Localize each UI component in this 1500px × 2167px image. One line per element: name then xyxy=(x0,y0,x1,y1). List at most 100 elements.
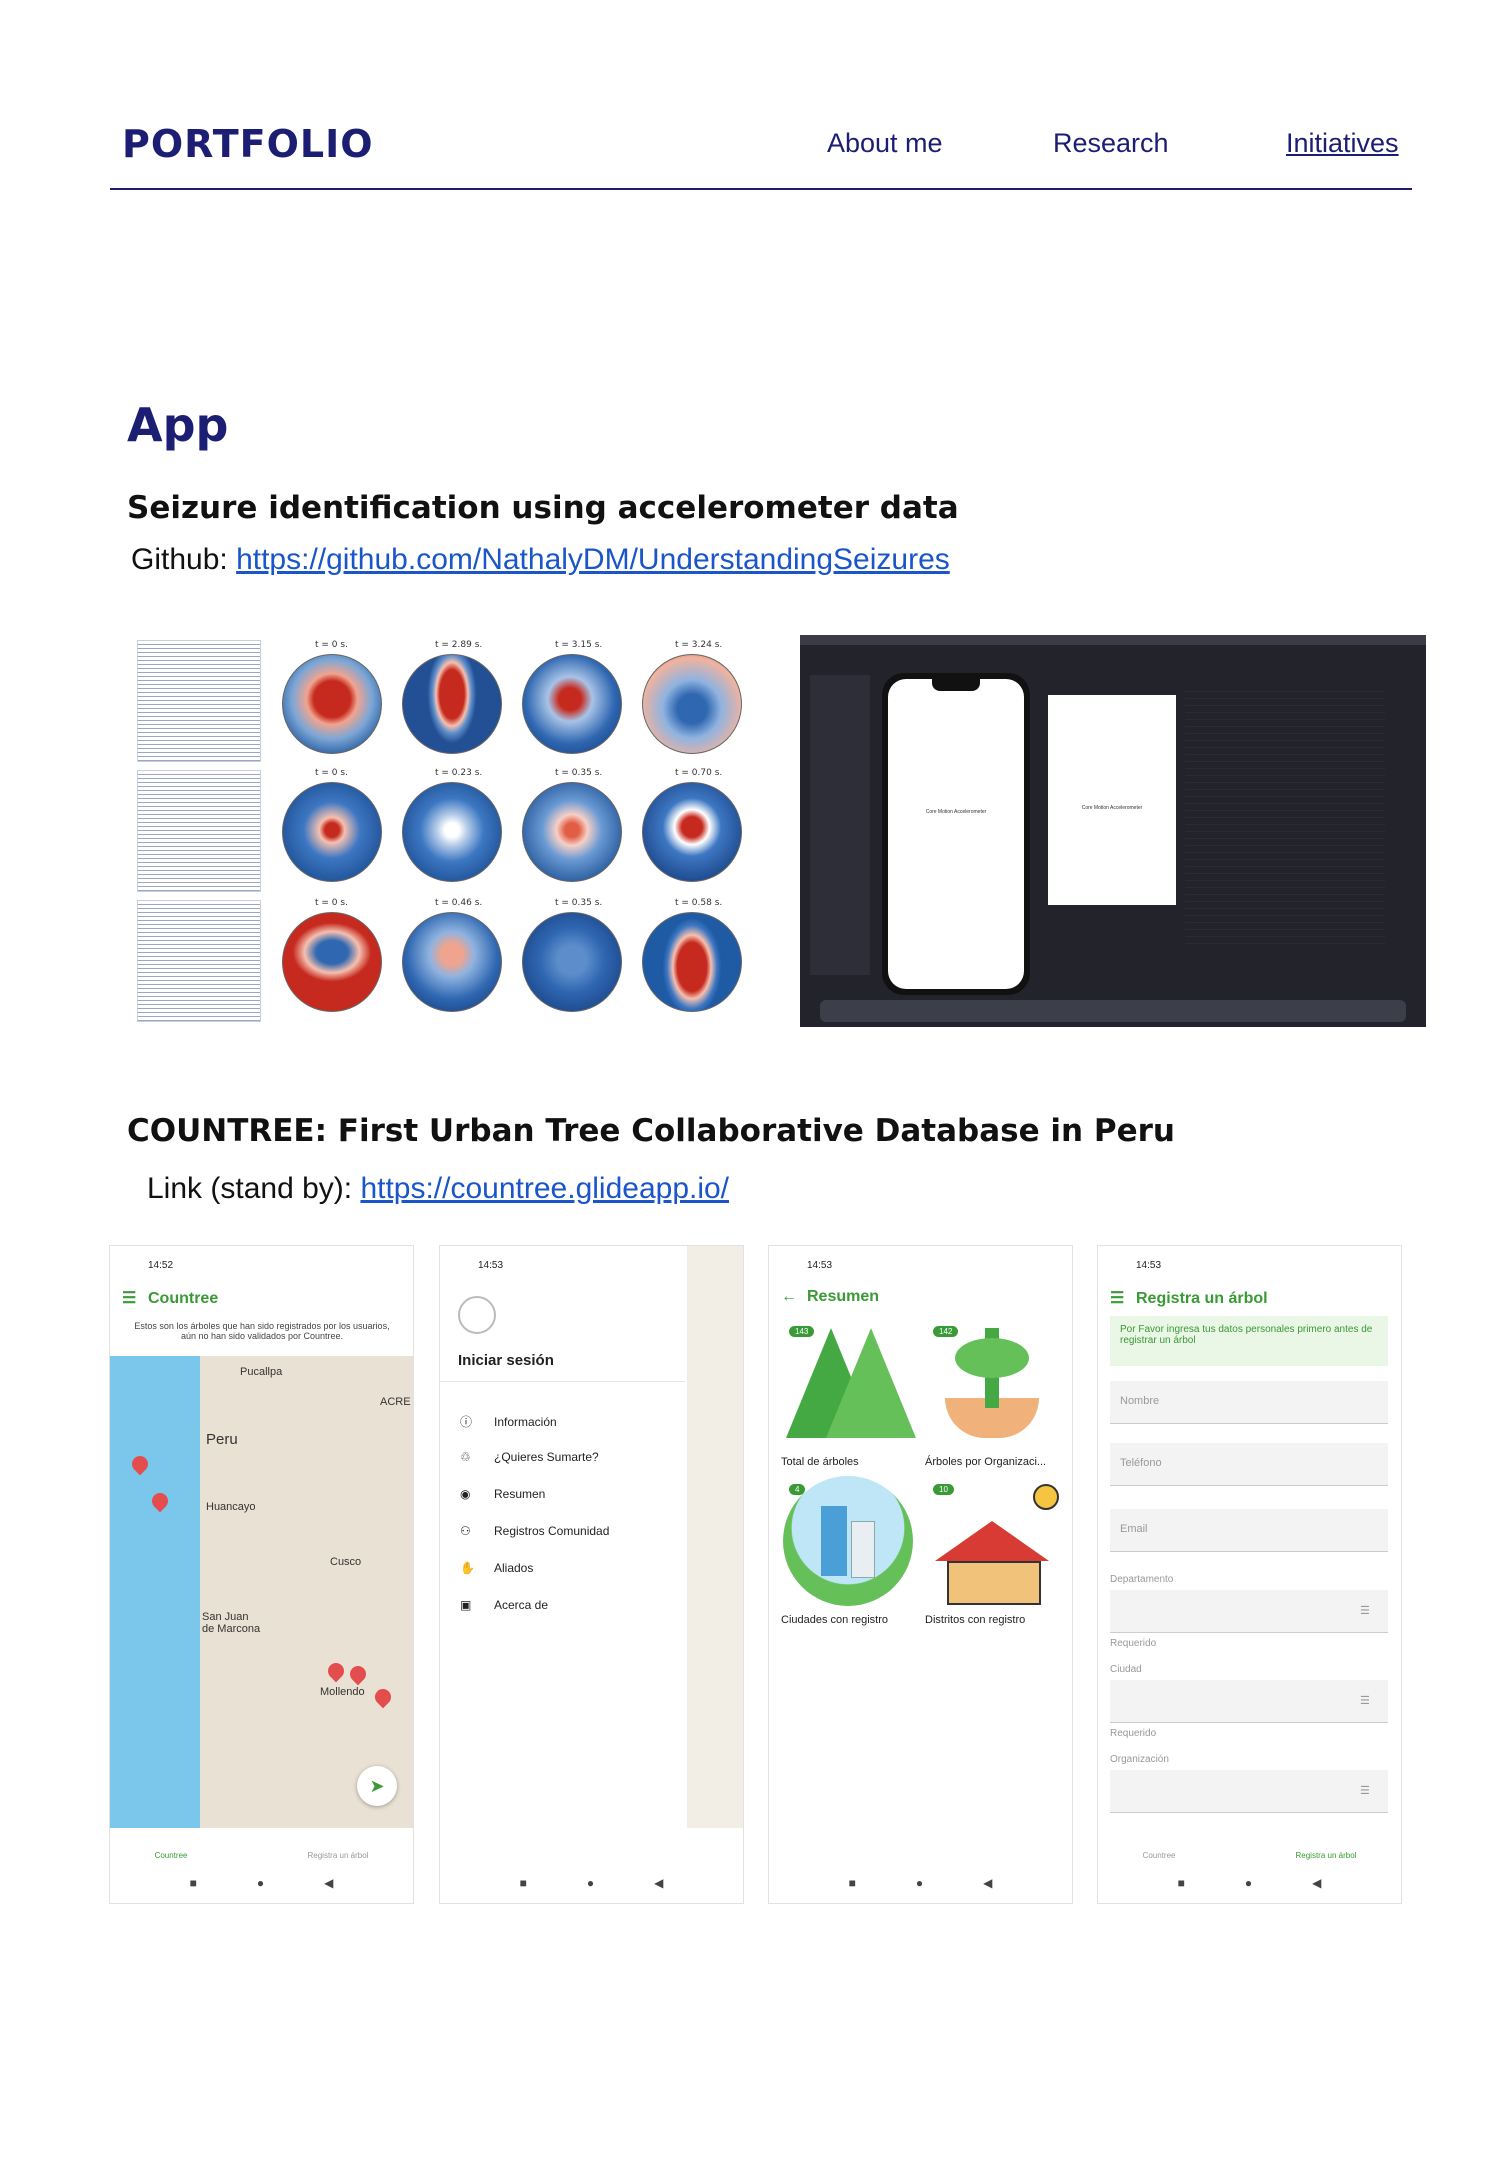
topomap-time-label: t = 0 s. xyxy=(315,898,348,908)
status-time: 14:53 xyxy=(807,1260,833,1271)
android-home-icon[interactable]: ● xyxy=(1245,1876,1252,1890)
project2-link-row: Link (stand by): https://countree.glidea… xyxy=(147,1172,729,1206)
xcode-navigator xyxy=(810,675,870,975)
topomap-time-label: t = 3.24 s. xyxy=(675,640,723,650)
houses-icon xyxy=(925,1476,1059,1606)
stat-card[interactable]: 10 Distritos con registro xyxy=(925,1476,1059,1626)
screen-title: Resumen xyxy=(807,1288,880,1305)
android-back-icon[interactable]: ■ xyxy=(1178,1876,1185,1890)
login-link[interactable]: Iniciar sesión xyxy=(458,1352,554,1369)
section-title: App xyxy=(127,398,229,452)
android-recents-icon[interactable]: ◀ xyxy=(324,1876,333,1890)
brand-logo[interactable]: PORTFOLIO xyxy=(122,122,374,166)
screen-title: Countree xyxy=(148,1290,219,1307)
tab-countree[interactable]: Countree xyxy=(155,1851,188,1860)
storyboard-canvas: Core Motion Accelerometer xyxy=(1048,695,1176,905)
topomap-time-label: t = 0 s. xyxy=(315,768,348,778)
email-field[interactable]: Email xyxy=(1110,1509,1388,1552)
about-icon: ▣ xyxy=(460,1598,472,1612)
menu-icon[interactable]: ☰ xyxy=(1110,1288,1126,1308)
locate-me-icon[interactable]: ➤ xyxy=(357,1766,397,1806)
tree-pin[interactable] xyxy=(324,1659,348,1683)
menu-item-informacion[interactable]: ⓘ Información xyxy=(460,1413,557,1430)
topomap xyxy=(522,782,622,882)
topomap xyxy=(522,912,622,1012)
city-select[interactable]: ☰ xyxy=(1110,1680,1388,1723)
countree-summary-screen: 14:53 ← Resumen 143 Total de árboles 142 … xyxy=(768,1245,1073,1904)
menu-item-sumarte[interactable]: ♲ ¿Quieres Sumarte? xyxy=(460,1450,599,1464)
topomap-time-label: t = 0.35 s. xyxy=(555,768,603,778)
mac-dock xyxy=(820,1000,1406,1022)
topomap xyxy=(282,782,382,882)
topomap-time-label: t = 0.70 s. xyxy=(675,768,723,778)
menu-icon[interactable]: ☰ xyxy=(122,1288,138,1308)
department-select[interactable]: ☰ xyxy=(1110,1590,1388,1633)
nav-research[interactable]: Research xyxy=(1053,128,1169,159)
code-editor xyxy=(1185,685,1385,945)
menu-item-registros[interactable]: ⚇ Registros Comunidad xyxy=(460,1524,609,1538)
topomap-time-label: t = 0.58 s. xyxy=(675,898,723,908)
android-home-icon[interactable]: ● xyxy=(587,1876,594,1890)
eeg-trace xyxy=(137,770,261,892)
android-recents-icon[interactable]: ◀ xyxy=(983,1876,992,1890)
info-icon: ⓘ xyxy=(460,1415,473,1429)
menu-item-resumen[interactable]: ◉ Resumen xyxy=(460,1487,545,1501)
countree-map-screen: 14:52 ☰ Countree Estos son los árboles qu… xyxy=(109,1245,414,1904)
status-time: 14:53 xyxy=(1136,1260,1162,1271)
back-arrow-icon[interactable]: ← xyxy=(781,1288,797,1306)
stat-card[interactable]: 142 Árboles por Organizaci... xyxy=(925,1318,1059,1468)
project1-github-link[interactable]: https://github.com/NathalyDM/Understandi… xyxy=(236,543,950,576)
topomap-time-label: t = 0.46 s. xyxy=(435,898,483,908)
android-back-icon[interactable]: ■ xyxy=(520,1876,527,1890)
tree-pin[interactable] xyxy=(346,1662,370,1686)
topomap-time-label: t = 2.89 s. xyxy=(435,640,483,650)
nav-initiatives[interactable]: Initiatives xyxy=(1286,128,1399,159)
map-view[interactable]: Pucallpa ACRE Peru Huancayo Cusco San Ju… xyxy=(110,1356,413,1828)
android-home-icon[interactable]: ● xyxy=(257,1876,264,1890)
android-recents-icon[interactable]: ◀ xyxy=(654,1876,663,1890)
eeg-figure: t = 0 s. t = 2.89 s. t = 3.15 s. t = 3.2… xyxy=(127,636,757,1028)
project2-title: COUNTREE: First Urban Tree Collaborative… xyxy=(127,1113,1175,1149)
hands-plant-icon xyxy=(925,1318,1059,1448)
eeg-trace xyxy=(137,900,261,1022)
project1-link-row: Github: https://github.com/NathalyDM/Und… xyxy=(131,543,950,577)
android-home-icon[interactable]: ● xyxy=(916,1876,923,1890)
countree-menu-screen: 14:53 Iniciar sesión ⓘ Información ♲ ¿Quie… xyxy=(439,1245,744,1904)
countree-register-screen: 14:53 ☰ Registra un árbol Por Favor ingre… xyxy=(1097,1245,1402,1904)
stat-card[interactable]: 4 Ciudades con registro xyxy=(781,1476,915,1626)
menu-item-aliados[interactable]: ✋ Aliados xyxy=(460,1561,533,1575)
project2-countree-link[interactable]: https://countree.glideapp.io/ xyxy=(360,1172,729,1205)
topomap xyxy=(642,912,742,1012)
tab-countree[interactable]: Countree xyxy=(1143,1851,1176,1860)
avatar-icon xyxy=(458,1296,496,1334)
topomap xyxy=(522,654,622,754)
iphone-simulator: Core Motion Accelerometer xyxy=(882,673,1030,995)
android-recents-icon[interactable]: ◀ xyxy=(1312,1876,1321,1890)
city-icon xyxy=(781,1476,915,1606)
nav-about-me[interactable]: About me xyxy=(827,128,943,159)
menu-item-acerca[interactable]: ▣ Acerca de xyxy=(460,1598,548,1612)
department-label: Departamento xyxy=(1110,1574,1174,1585)
simulator-label: Core Motion Accelerometer xyxy=(925,809,987,815)
status-time: 14:52 xyxy=(148,1260,174,1271)
android-back-icon[interactable]: ■ xyxy=(849,1876,856,1890)
xcode-simulator-screenshot: Core Motion Accelerometer Core Motion Ac… xyxy=(800,635,1426,1027)
eeg-trace xyxy=(137,640,261,762)
tab-registra[interactable]: Registra un árbol xyxy=(308,1851,369,1860)
map-description: Estos son los árboles que han sido regis… xyxy=(134,1321,390,1341)
name-field[interactable]: Nombre xyxy=(1110,1381,1388,1424)
stat-card[interactable]: 143 Total de árboles xyxy=(781,1318,916,1468)
phone-field[interactable]: Teléfono xyxy=(1110,1443,1388,1486)
topomap-time-label: t = 3.15 s. xyxy=(555,640,603,650)
android-back-icon[interactable]: ■ xyxy=(190,1876,197,1890)
community-icon: ⚇ xyxy=(460,1524,471,1538)
topomap xyxy=(642,782,742,882)
list-icon: ☰ xyxy=(1360,1785,1370,1797)
project1-title: Seizure identification using acceleromet… xyxy=(127,490,959,526)
tree-pin[interactable] xyxy=(371,1685,395,1709)
organization-select[interactable]: ☰ xyxy=(1110,1770,1388,1813)
tab-registra[interactable]: Registra un árbol xyxy=(1296,1851,1357,1860)
mac-menubar xyxy=(800,635,1426,645)
required-hint: Requerido xyxy=(1110,1638,1157,1649)
trees-icon xyxy=(781,1318,916,1448)
